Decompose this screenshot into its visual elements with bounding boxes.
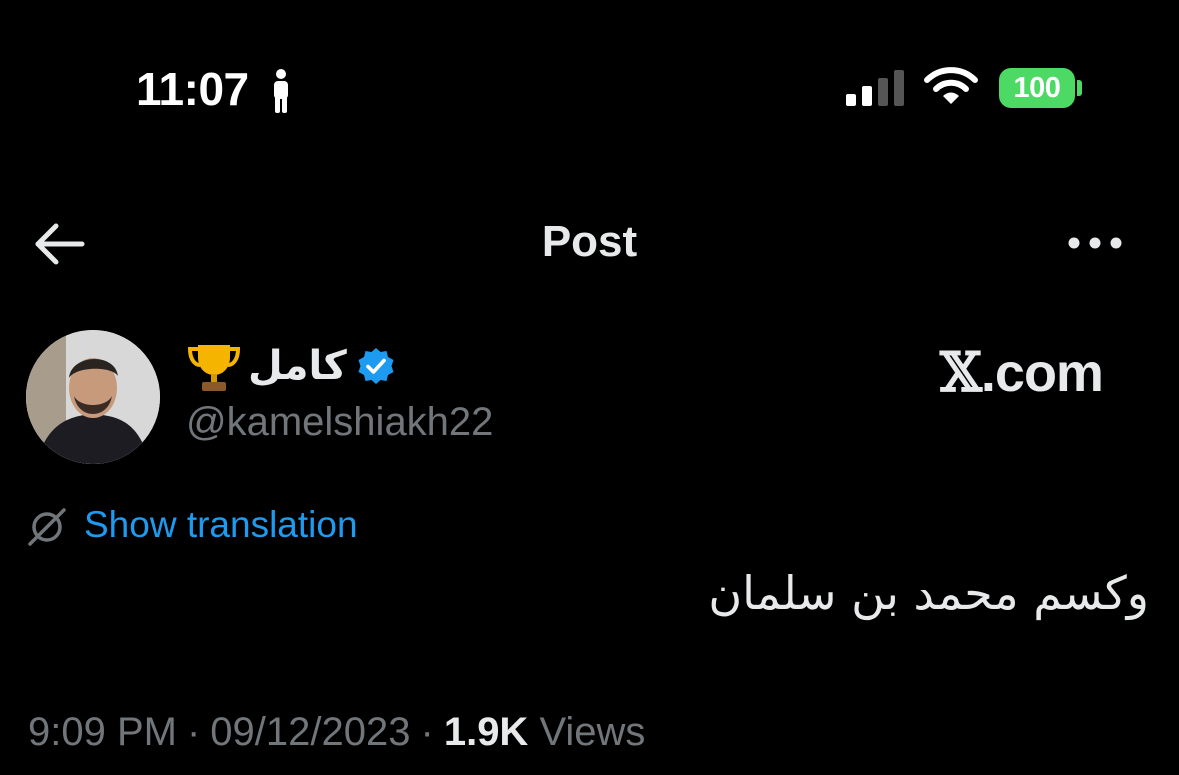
more-horizontal-icon bbox=[1068, 237, 1122, 249]
trophy-icon bbox=[187, 345, 241, 391]
more-button[interactable] bbox=[1066, 230, 1124, 256]
arrow-left-icon bbox=[35, 223, 85, 265]
author-name-row[interactable]: كامل bbox=[186, 338, 395, 394]
author-name: كامل bbox=[248, 343, 347, 389]
back-button[interactable] bbox=[34, 222, 86, 266]
verified-badge-icon bbox=[358, 348, 394, 384]
status-time: 11:07 bbox=[136, 63, 249, 115]
show-translation-link[interactable]: Show translation bbox=[84, 504, 358, 546]
tweet-text: وكسم محمد بن سلمان bbox=[708, 566, 1149, 620]
views-label: Views bbox=[539, 710, 646, 754]
globe-slash-icon bbox=[28, 508, 66, 546]
watermark-text: .com bbox=[980, 343, 1104, 403]
tweet-date: 09/12/2023 bbox=[210, 710, 411, 754]
x-com-watermark: 𝕏.com bbox=[940, 340, 1104, 404]
page-title: Post bbox=[541, 217, 638, 266]
battery-indicator: 100 bbox=[999, 68, 1075, 108]
author-handle[interactable]: @kamelshiakh22 bbox=[186, 400, 493, 445]
cellular-signal-icon bbox=[846, 70, 904, 106]
wifi-icon bbox=[924, 67, 978, 104]
x-logo-icon: 𝕏 bbox=[940, 340, 982, 404]
meta-separator: · bbox=[420, 710, 434, 754]
battery-level: 100 bbox=[1013, 71, 1061, 104]
tweet-time: 9:09 PM bbox=[28, 710, 177, 754]
avatar[interactable] bbox=[26, 330, 160, 464]
tweet-meta: 9:09 PM · 09/12/2023 · 1.9K Views bbox=[28, 710, 645, 755]
views-count[interactable]: 1.9K bbox=[444, 710, 529, 754]
person-icon bbox=[274, 69, 288, 113]
battery-tip bbox=[1077, 80, 1082, 96]
meta-separator: · bbox=[186, 710, 201, 754]
